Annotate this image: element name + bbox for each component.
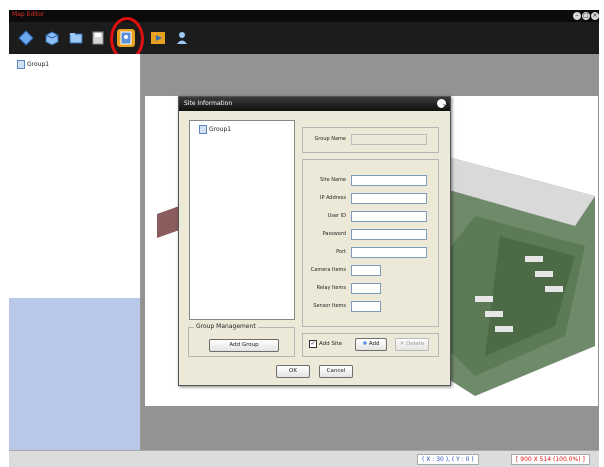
app-title: Map Editor — [12, 11, 45, 18]
tree-item-label: Group1 — [27, 61, 50, 68]
password-field[interactable] — [351, 229, 427, 240]
toolbar-open-button[interactable] — [67, 29, 85, 47]
diamond-icon — [18, 30, 34, 46]
group-icon — [17, 60, 25, 69]
toolbar-diamond-button[interactable] — [17, 29, 35, 47]
ip-address-label: IP Address — [320, 195, 346, 201]
person-icon — [177, 32, 187, 44]
site-information-dialog: Site Information × Group1 Group Manageme… — [178, 96, 451, 386]
status-bar: ( X : 30 ), ( Y : 0 ) [ 900 X 514 (100.0… — [9, 450, 599, 467]
toolbar-person-button[interactable] — [173, 29, 191, 47]
checkbox-checked-icon: ✓ — [309, 340, 317, 348]
relay-items-label: Relay Items — [316, 285, 346, 291]
password-label: Password — [322, 231, 346, 237]
site-fields-box: Site Name IP Address User ID Password Po… — [302, 159, 439, 327]
sensor-items-field[interactable] — [351, 301, 381, 312]
sensor-items-label: Sensor Items — [313, 303, 346, 309]
cancel-button[interactable]: Cancel — [319, 365, 353, 378]
user-id-label: User ID — [327, 213, 346, 219]
relay-items-field[interactable] — [351, 283, 381, 294]
dialog-tree-item-group1[interactable]: Group1 — [199, 125, 231, 134]
add-site-button[interactable]: ✚ Add — [355, 338, 387, 351]
add-group-button[interactable]: Add Group — [209, 339, 279, 352]
group-tree-panel: Group1 — [9, 54, 141, 298]
group-management-box: Group Management Add Group — [188, 323, 295, 357]
cursor-coordinates: ( X : 30 ), ( Y : 0 ) — [417, 454, 479, 465]
title-bar: Map Editor – □ × — [9, 10, 599, 22]
play-icon — [151, 32, 165, 44]
dialog-close-button[interactable]: × — [437, 99, 448, 110]
group-name-label: Group Name — [314, 136, 346, 142]
folder-icon — [69, 33, 83, 44]
tree-item-group1[interactable]: Group1 — [17, 60, 49, 69]
ok-button[interactable]: OK — [276, 365, 310, 378]
toolbar-save-button[interactable] — [89, 29, 107, 47]
site-name-label: Site Name — [320, 177, 346, 183]
toolbar-play-button[interactable] — [149, 29, 167, 47]
toolbar-cube-button[interactable] — [43, 29, 61, 47]
cube-icon — [45, 31, 59, 46]
group-icon — [199, 125, 207, 134]
group-management-legend: Group Management — [194, 323, 258, 330]
minimize-button[interactable]: – — [573, 12, 581, 20]
site-name-field[interactable] — [351, 175, 427, 186]
dialog-group-tree: Group1 — [189, 120, 295, 320]
port-label: Port — [336, 249, 346, 255]
port-field[interactable] — [351, 247, 427, 258]
close-icon: × — [442, 102, 448, 110]
group-name-field — [351, 134, 427, 145]
dialog-tree-item-label: Group1 — [209, 126, 232, 133]
camera-items-field[interactable] — [351, 265, 381, 276]
group-name-box: Group Name — [302, 127, 439, 153]
maximize-button[interactable]: □ — [582, 12, 590, 20]
user-id-field[interactable] — [351, 211, 427, 222]
dialog-title: Site Information — [184, 100, 233, 107]
toolbar — [9, 22, 599, 54]
ip-address-field[interactable] — [351, 193, 427, 204]
add-site-label: Add Site — [319, 341, 342, 347]
delete-site-button[interactable]: ✕ Delete — [395, 338, 429, 351]
dialog-title-bar: Site Information × — [179, 97, 450, 111]
camera-items-label: Camera Items — [310, 267, 346, 273]
preview-panel — [9, 298, 141, 450]
add-site-checkbox[interactable]: ✓ Add Site — [309, 340, 342, 348]
site-actions-box: ✓ Add Site ✚ Add ✕ Delete — [302, 333, 439, 357]
save-icon — [92, 31, 104, 45]
map-size-zoom: [ 900 X 514 (100.0%) ] — [511, 454, 590, 465]
close-button[interactable]: × — [591, 12, 599, 20]
